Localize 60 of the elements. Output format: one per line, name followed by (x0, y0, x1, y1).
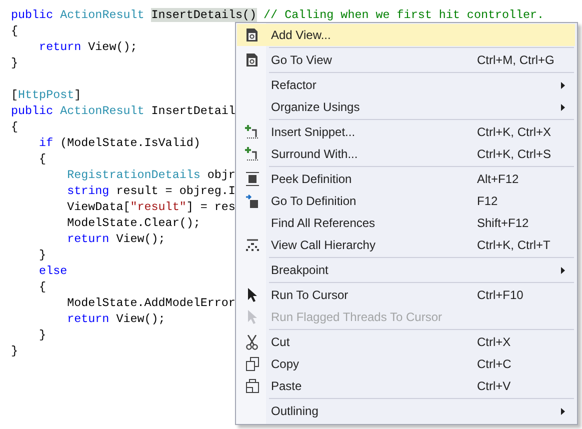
snippet-icon (245, 125, 259, 139)
menu-item[interactable]: View Call Hierarchy Ctrl+K, Ctrl+T (237, 234, 575, 256)
peek-definition-icon (246, 172, 258, 186)
shortcut-text: Ctrl+F10 (477, 288, 524, 302)
shortcut-text: Ctrl+K, Ctrl+S (477, 147, 552, 161)
cursor-icon (247, 288, 257, 302)
call-hierarchy-icon (246, 239, 258, 251)
code-line: } (38, 327, 46, 343)
menu-item[interactable]: Copy Ctrl+C (237, 353, 575, 375)
code-line: return View(); (66, 231, 166, 247)
code-line: RegistrationDetails objr (66, 167, 236, 183)
menu-item[interactable]: Organize Usings (237, 96, 575, 118)
shortcut-text: Ctrl+M, Ctrl+G (477, 53, 554, 67)
shortcut-text: Ctrl+K, Ctrl+X (477, 125, 552, 139)
shortcut-text: F12 (477, 194, 498, 208)
code-line: string result = objreg.I (66, 183, 236, 199)
code-line: public ActionResult InsertDetail (11, 103, 236, 119)
code-line: } (38, 247, 46, 263)
paste-icon (246, 379, 258, 393)
code-line: ModelState.AddModelError (66, 295, 236, 311)
shortcut-text: Ctrl+C (477, 357, 512, 371)
shortcut-text: Shift+F12 (477, 216, 529, 230)
menu-item[interactable]: Breakpoint (237, 259, 575, 281)
code-line: return View(); (38, 39, 138, 55)
code-line: public ActionResult InsertDetails() // Calling when we first hit controller. (11, 7, 544, 23)
shortcut-text: Ctrl+V (477, 379, 511, 393)
code-line: { (38, 151, 46, 167)
menu-item[interactable]: Refactor (237, 74, 575, 96)
menu-item[interactable]: Run To Cursor Ctrl+F10 (237, 284, 575, 306)
menu-item[interactable]: Paste Ctrl+V (237, 375, 575, 397)
menu-item[interactable]: Cut Ctrl+X (237, 331, 575, 353)
code-line: if (ModelState.IsValid) (38, 135, 200, 151)
menu-item[interactable]: Insert Snippet... Ctrl+K, Ctrl+X (237, 121, 575, 143)
menu-item[interactable]: Go To View Ctrl+M, Ctrl+G (237, 49, 575, 71)
code-line: { (38, 279, 46, 295)
menu-item[interactable]: Find All References Shift+F12 (237, 212, 575, 234)
code-line: [HttpPost] (11, 87, 82, 103)
document-icon (246, 53, 258, 67)
code-line: } (11, 343, 18, 359)
code-line: ModelState.Clear(); (66, 215, 200, 231)
copy-icon (246, 357, 258, 371)
cursor-icon (247, 310, 257, 324)
cut-icon (246, 334, 258, 350)
code-line: { (11, 119, 18, 135)
shortcut-text: Ctrl+K, Ctrl+T (477, 238, 550, 252)
menu-item[interactable]: Surround With... Ctrl+K, Ctrl+S (237, 143, 575, 165)
code-line: } (11, 55, 18, 71)
shortcut-text: Alt+F12 (477, 172, 519, 186)
go-to-definition-icon (246, 194, 258, 208)
menu-item[interactable]: Add View... (237, 24, 575, 46)
code-line: { (11, 23, 18, 39)
snippet-icon (245, 147, 259, 161)
code-line: return View(); (66, 311, 166, 327)
menu-item[interactable]: Peek Definition Alt+F12 (237, 168, 575, 190)
menu-item[interactable]: Outlining (237, 400, 575, 422)
menu-item[interactable]: Go To Definition F12 (237, 190, 575, 212)
document-icon (246, 28, 258, 42)
shortcut-text: Ctrl+X (477, 335, 511, 349)
code-line: else (38, 263, 68, 279)
code-line: ViewData["result"] = res (66, 199, 236, 215)
